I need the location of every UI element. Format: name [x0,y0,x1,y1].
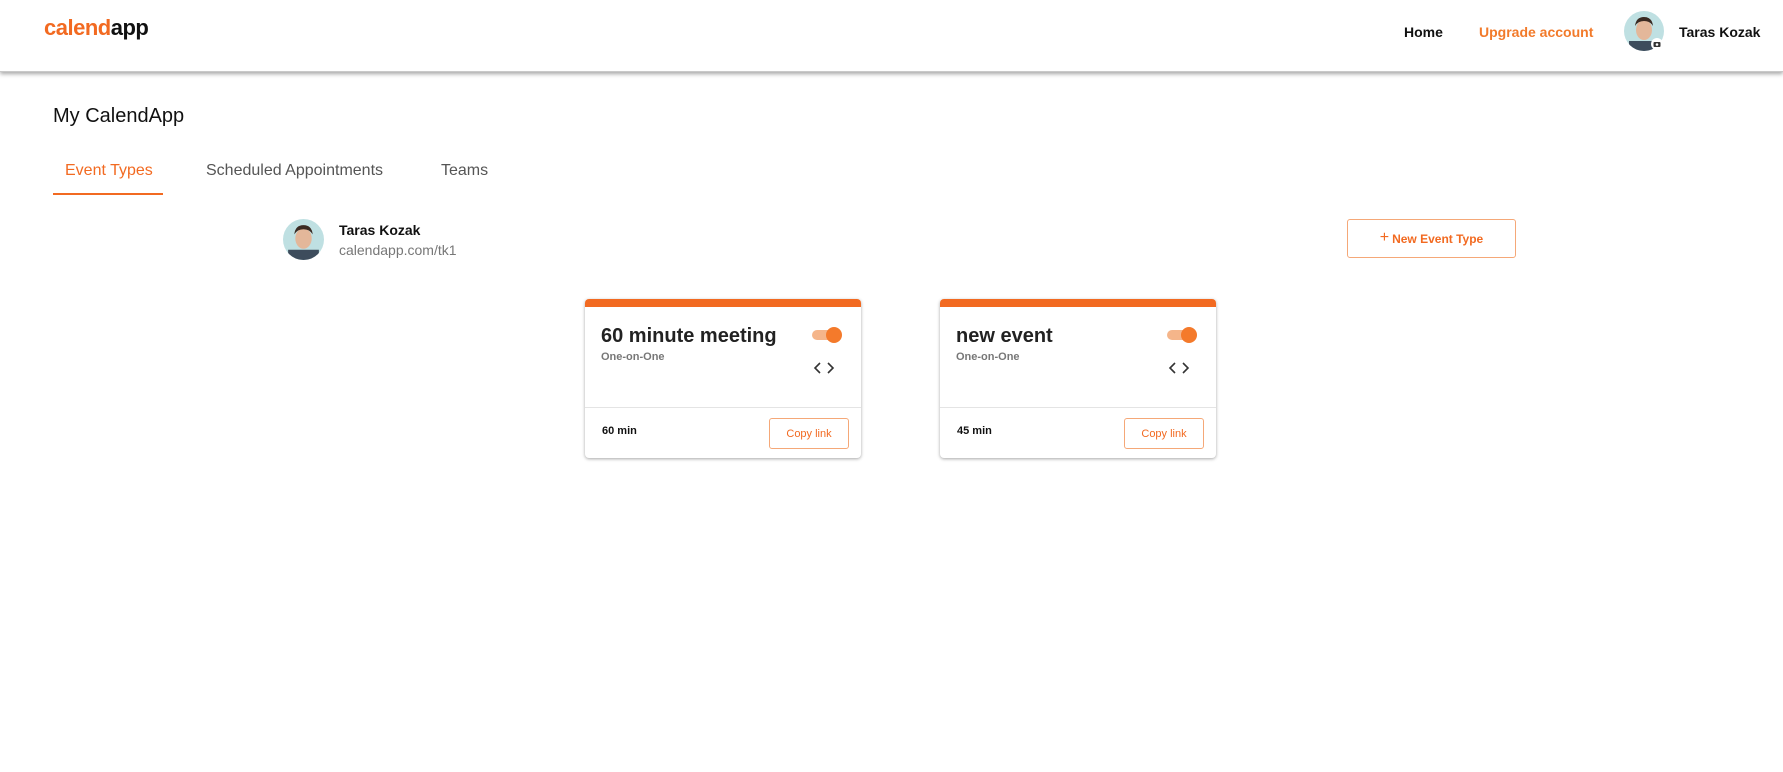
active-tab-indicator [53,193,163,195]
event-enabled-toggle[interactable] [1165,327,1197,343]
event-type: One-on-One [601,351,665,363]
event-enabled-toggle[interactable] [810,327,842,343]
card-divider [585,407,861,408]
card-divider [940,407,1216,408]
new-event-type-button[interactable]: + New Event Type [1347,219,1516,258]
profile-name: Taras Kozak [339,222,421,238]
camera-icon[interactable] [1651,38,1663,50]
nav-home-link[interactable]: Home [1404,24,1443,40]
event-duration: 45 min [957,425,992,437]
event-card[interactable]: 60 minute meeting One-on-One 60 min Copy… [585,299,861,458]
event-title[interactable]: 60 minute meeting [601,325,777,348]
calendapp-logo[interactable]: calendapp [44,15,149,41]
copy-link-button[interactable]: Copy link [769,418,849,449]
event-type: One-on-One [956,351,1020,363]
top-navigation-bar: calendapp Home Upgrade account Taras Koz… [0,0,1783,72]
card-color-bar [940,299,1216,307]
nav-upgrade-account-link[interactable]: Upgrade account [1479,24,1593,40]
toggle-knob [1181,327,1197,343]
card-color-bar [585,299,861,307]
event-title[interactable]: new event [956,325,1053,348]
new-event-type-label: New Event Type [1392,231,1484,246]
user-avatar[interactable] [1624,11,1664,51]
tab-event-types[interactable]: Event Types [65,162,153,180]
code-embed-icon[interactable] [1168,361,1190,375]
profile-avatar [283,219,324,260]
plus-icon: + [1379,229,1390,246]
profile-url[interactable]: calendapp.com/tk1 [339,242,457,258]
event-duration: 60 min [602,425,637,437]
tab-teams[interactable]: Teams [441,162,488,180]
page-title: My CalendApp [53,105,185,127]
copy-link-button[interactable]: Copy link [1124,418,1204,449]
toggle-knob [826,327,842,343]
tab-scheduled-appointments[interactable]: Scheduled Appointments [206,162,383,180]
user-name[interactable]: Taras Kozak [1679,24,1760,40]
event-card[interactable]: new event One-on-One 45 min Copy link [940,299,1216,458]
code-embed-icon[interactable] [813,361,835,375]
